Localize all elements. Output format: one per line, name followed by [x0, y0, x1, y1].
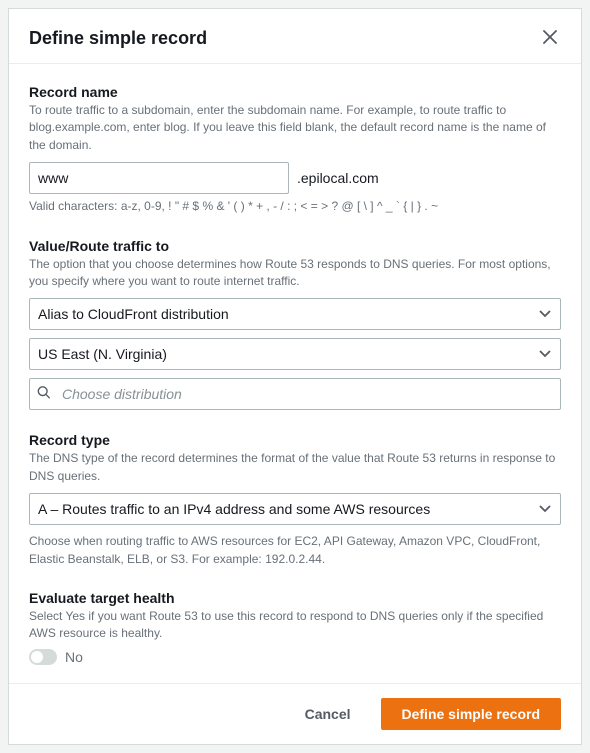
- evaluate-health-section: Evaluate target health Select Yes if you…: [29, 590, 561, 665]
- record-type-label: Record type: [29, 432, 561, 448]
- define-simple-record-modal: Define simple record Record name To rout…: [8, 8, 582, 745]
- record-name-row: .epilocal.com: [29, 162, 561, 194]
- alias-target-select[interactable]: Alias to CloudFront distribution: [29, 298, 561, 330]
- evaluate-health-toggle[interactable]: [29, 649, 57, 665]
- modal-footer: Cancel Define simple record: [9, 683, 581, 744]
- region-value: US East (N. Virginia): [38, 346, 167, 362]
- evaluate-health-hint: Select Yes if you want Route 53 to use t…: [29, 608, 561, 643]
- modal-body: Record name To route traffic to a subdom…: [9, 64, 581, 683]
- record-type-value: A – Routes traffic to an IPv4 address an…: [38, 501, 430, 517]
- record-name-valid-chars: Valid characters: a-z, 0-9, ! " # $ % & …: [29, 198, 561, 215]
- record-type-section: Record type The DNS type of the record d…: [29, 432, 561, 568]
- close-icon[interactable]: [539, 25, 561, 51]
- alias-target-value: Alias to CloudFront distribution: [38, 306, 229, 322]
- distribution-search-input[interactable]: [29, 378, 561, 410]
- modal-header: Define simple record: [9, 9, 581, 64]
- region-select-wrap: US East (N. Virginia): [29, 338, 561, 370]
- record-type-select[interactable]: A – Routes traffic to an IPv4 address an…: [29, 493, 561, 525]
- record-name-section: Record name To route traffic to a subdom…: [29, 84, 561, 216]
- record-type-hint-below: Choose when routing traffic to AWS resou…: [29, 533, 561, 568]
- record-type-hint: The DNS type of the record determines th…: [29, 450, 561, 485]
- evaluate-health-toggle-label: No: [65, 649, 83, 665]
- define-simple-record-button[interactable]: Define simple record: [381, 698, 562, 730]
- record-name-suffix: .epilocal.com: [297, 170, 379, 186]
- modal-title: Define simple record: [29, 28, 207, 49]
- evaluate-health-label: Evaluate target health: [29, 590, 561, 606]
- cancel-button[interactable]: Cancel: [285, 698, 371, 730]
- record-name-input[interactable]: [29, 162, 289, 194]
- route-traffic-label: Value/Route traffic to: [29, 238, 561, 254]
- record-type-select-wrap: A – Routes traffic to an IPv4 address an…: [29, 493, 561, 525]
- record-name-hint: To route traffic to a subdomain, enter t…: [29, 102, 561, 154]
- evaluate-health-toggle-row: No: [29, 649, 561, 665]
- record-name-label: Record name: [29, 84, 561, 100]
- alias-select-wrap: Alias to CloudFront distribution: [29, 298, 561, 330]
- region-select[interactable]: US East (N. Virginia): [29, 338, 561, 370]
- route-traffic-section: Value/Route traffic to The option that y…: [29, 238, 561, 411]
- search-icon: [37, 386, 51, 403]
- route-traffic-hint: The option that you choose determines ho…: [29, 256, 561, 291]
- distribution-search-wrap: [29, 378, 561, 410]
